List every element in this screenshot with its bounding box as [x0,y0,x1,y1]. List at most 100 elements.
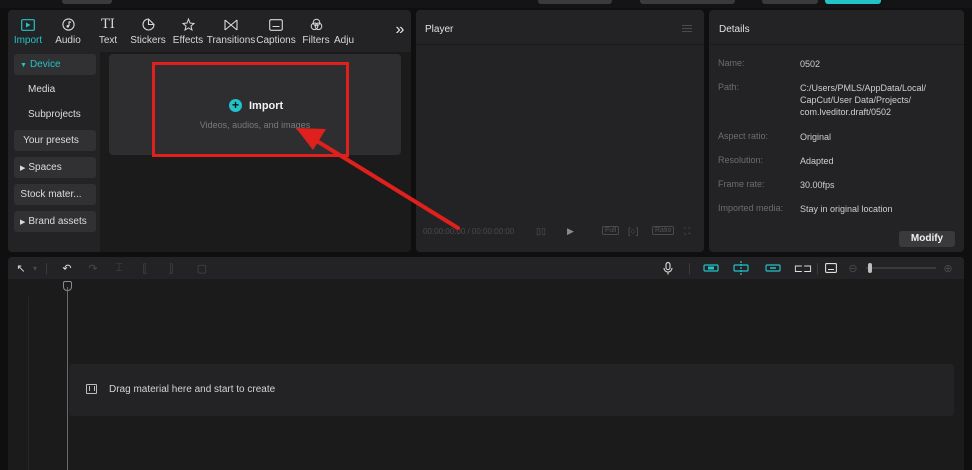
timeline-drop-zone[interactable]: Drag material here and start to create [69,364,954,416]
select-cursor-icon[interactable]: ↖ [14,260,28,276]
detail-value: 30.00fps [800,180,835,190]
tab-captions-label: Captions [256,34,296,46]
split-icon[interactable]: ⌶ [112,260,126,276]
media-sidebar: ▼ Device Media Subprojects Your presets ▶… [8,52,98,252]
tab-transitions[interactable]: Transitions [206,10,256,52]
player-panel: Player 00:00:00:00 / 00:00:00:00 ▯▯ ▶ Fu… [416,10,704,252]
caption-icon[interactable] [824,260,838,276]
effects-icon [179,17,197,33]
zoom-slider-handle[interactable] [868,263,872,273]
detail-value: Original [800,132,832,142]
player-controls: 00:00:00:00 / 00:00:00:00 ▯▯ ▶ Full [○] … [416,222,704,242]
main-track-magnet-icon[interactable] [702,260,720,276]
sidebar-item-your-presets-label: Your presets [23,135,79,146]
details-title: Details [719,24,750,35]
microphone-icon[interactable] [661,260,675,276]
timeline-panel: ↖ ▾ ↶ ↷ ⌶ ⟦ ⟧ ▢ ⊏⊐ ⊖ ⊕ Drag material her… [8,257,964,470]
delete-icon[interactable]: ▢ [195,260,209,276]
play-icon[interactable]: ▶ [567,226,574,237]
drop-hint-text: Drag material here and start to create [109,384,276,395]
detail-key: Path: [718,82,740,92]
detail-value: C:/Users/PMLS/AppData/Local/ CapCut/User… [800,83,927,117]
zoom-slider-track[interactable] [866,267,936,269]
preview-axis-icon[interactable]: ⊏⊐ [794,260,812,276]
sidebar-item-stock-label: Stock mater... [20,189,82,200]
sidebar-item-device-label: Device [29,59,61,70]
sidebar-item-device[interactable]: ▼ Device [14,54,96,75]
tab-filters-label: Filters [302,34,330,46]
tab-import-label: Import [13,34,43,46]
track-header-divider [28,297,29,470]
captions-icon [267,17,285,33]
tab-transitions-label: Transitions [206,34,256,46]
toolbar-separator [46,263,47,274]
sidebar-item-subprojects-label: Subprojects [28,109,81,120]
sidebar-item-media[interactable]: Media [14,79,96,100]
zoom-out-icon[interactable]: ⊖ [847,260,859,276]
tab-text-label: Text [98,34,118,46]
audio-icon [59,17,77,33]
player-title: Player [425,24,454,35]
sidebar-item-stock-material[interactable]: Stock mater... [14,184,96,205]
import-icon [19,17,37,33]
detail-key: Imported media: [718,203,784,213]
caret-right-icon: ▶ [20,219,26,226]
tab-audio-label: Audio [55,34,81,46]
tab-adjustment-label: Adju [334,34,355,46]
fullscreen-icon[interactable]: ⛶ [684,226,690,237]
auto-snap-icon[interactable] [732,260,750,276]
tab-stickers-label: Stickers [130,34,166,46]
playhead-line[interactable] [67,287,68,470]
sidebar-item-subprojects[interactable]: Subprojects [14,104,96,125]
caret-right-icon: ▶ [20,165,26,172]
linkage-icon[interactable] [764,260,782,276]
details-panel: Details Name: 0502 Path: C:/Users/PMLS/A… [709,10,964,252]
detail-value: Stay in original location [800,204,893,214]
media-tabs: Import Audio TI Text Stickers Effects Tr… [8,10,411,52]
player-divider [416,44,704,45]
sidebar-item-media-label: Media [28,84,56,95]
trim-right-icon[interactable]: ⟧ [164,260,178,276]
transitions-icon [222,17,240,33]
full-quality-button[interactable]: Full [602,226,620,235]
filters-icon [307,17,325,33]
zoom-in-icon[interactable]: ⊕ [942,260,954,276]
tabs-more-button[interactable]: » [391,20,409,40]
sidebar-item-your-presets[interactable]: Your presets [14,130,96,151]
menu-icon[interactable] [682,23,692,33]
tab-effects-label: Effects [172,34,204,46]
top-window-strip [0,0,972,8]
chevron-down-icon[interactable]: ▾ [30,260,40,276]
tab-audio[interactable]: Audio [48,10,88,52]
tab-filters[interactable]: Filters [298,10,334,52]
tab-captions[interactable]: Captions [254,10,298,52]
redo-icon[interactable]: ↷ [86,260,100,276]
sidebar-item-brand-assets-label: Brand assets [28,216,87,227]
player-timecode: 00:00:00:00 / 00:00:00:00 [423,227,515,236]
sidebar-item-spaces-label: Spaces [28,162,62,173]
trim-left-icon[interactable]: ⟦ [138,260,152,276]
detail-value: Adapted [800,156,834,166]
text-icon: TI [101,17,115,32]
detail-key: Name: [718,58,745,68]
tab-import[interactable]: Import [8,10,48,52]
detail-value: 0502 [800,59,821,69]
tab-text[interactable]: TI Text [88,10,128,52]
undo-icon[interactable]: ↶ [60,260,74,276]
waveform-icon[interactable]: ▯▯ [536,226,546,237]
toolbar-separator [817,263,818,274]
modify-button[interactable]: Modify [899,231,955,247]
sticker-icon [139,17,157,33]
details-divider [709,44,964,45]
focus-icon[interactable]: [○] [628,226,638,236]
tab-effects[interactable]: Effects [168,10,208,52]
timeline-toolbar: ↖ ▾ ↶ ↷ ⌶ ⟦ ⟧ ▢ ⊏⊐ ⊖ ⊕ [8,257,964,279]
film-icon [86,384,97,394]
sidebar-item-spaces[interactable]: ▶ Spaces [14,157,96,178]
tab-adjustment[interactable]: Adju [334,10,360,52]
tab-stickers[interactable]: Stickers [128,10,168,52]
ratio-button[interactable]: Ratio [652,226,675,235]
sidebar-item-brand-assets[interactable]: ▶ Brand assets [14,211,96,232]
adjust-icon [334,17,352,33]
detail-key: Frame rate: [718,179,765,189]
